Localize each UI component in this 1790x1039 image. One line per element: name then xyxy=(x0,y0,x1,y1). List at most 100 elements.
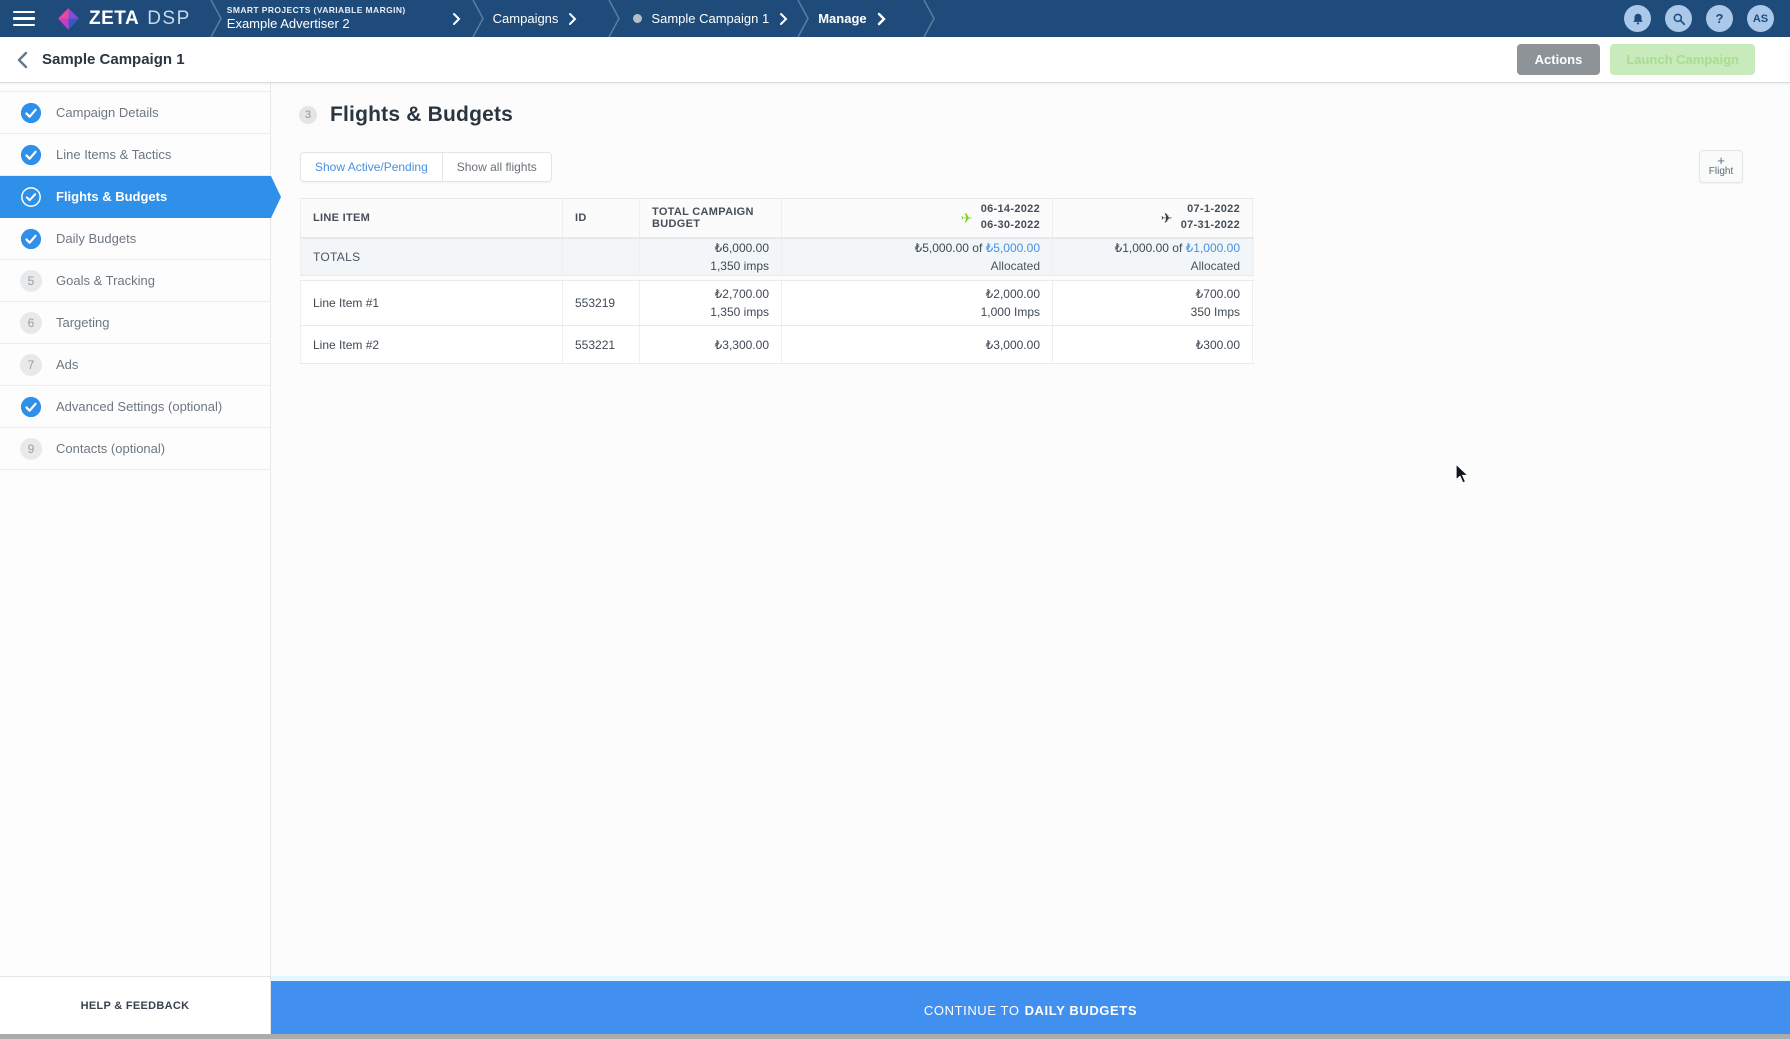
hamburger-menu-icon[interactable] xyxy=(0,0,46,37)
sidebar-item-advanced-settings[interactable]: Advanced Settings (optional) xyxy=(0,386,270,428)
flights-budgets-panel: 3 Flights & Budgets Show Active/Pending … xyxy=(271,83,1790,976)
campaign-steps-sidebar: Campaign Details Line Items & Tactics Fl… xyxy=(0,83,271,976)
flights-budgets-table: LINE ITEM ID TOTAL CAMPAIGN BUDGET ✈ 06-… xyxy=(300,198,1254,364)
breadcrumb-separator xyxy=(471,0,485,37)
chevron-right-icon xyxy=(568,12,577,26)
sidebar-item-label: Campaign Details xyxy=(56,105,159,120)
table-row-line-item-2[interactable]: Line Item #2 553221 ₺3,300.00 ₺3,000.00 … xyxy=(300,326,1254,364)
bottom-bar: HELP & FEEDBACK CONTINUE TO DAILY BUDGET… xyxy=(0,976,1790,1039)
logo-text-zeta: ZETA xyxy=(89,8,139,30)
breadcrumb-separator xyxy=(796,0,810,37)
status-dot-icon xyxy=(633,14,642,23)
breadcrumb-separator xyxy=(209,0,223,37)
sidebar-item-label: Targeting xyxy=(56,315,109,330)
notifications-bell-icon[interactable] xyxy=(1624,5,1651,32)
actions-button[interactable]: Actions xyxy=(1517,44,1601,75)
sidebar-item-label: Daily Budgets xyxy=(56,231,136,246)
sidebar-item-line-items-tactics[interactable]: Line Items & Tactics xyxy=(0,134,270,176)
sidebar-item-flights-budgets[interactable]: Flights & Budgets xyxy=(0,176,271,218)
sidebar-item-campaign-details[interactable]: Campaign Details xyxy=(0,92,270,134)
breadcrumb-campaigns[interactable]: Campaigns xyxy=(493,0,578,37)
user-avatar[interactable]: AS xyxy=(1747,5,1774,32)
line-item-name[interactable]: Line Item #1 xyxy=(313,294,379,312)
chevron-right-icon xyxy=(779,12,788,26)
line-item-name[interactable]: Line Item #2 xyxy=(313,336,379,354)
show-all-flights-button[interactable]: Show all flights xyxy=(442,152,552,182)
top-navigation-bar: ZETA DSP SMART PROJECTS (VARIABLE MARGIN… xyxy=(0,0,1790,37)
add-flight-button[interactable]: + Flight xyxy=(1699,150,1743,183)
line-item-flight2-amount: ₺300.00 xyxy=(1196,336,1240,354)
step-3-badge: 3 xyxy=(299,106,317,124)
totals-flight1-allocated: Allocated xyxy=(991,257,1040,275)
line-item-flight1-imps: 1,000 Imps xyxy=(981,303,1040,321)
chevron-right-icon xyxy=(452,12,461,26)
sidebar-item-label: Ads xyxy=(56,357,78,372)
breadcrumb-manage-label: Manage xyxy=(818,11,866,26)
check-circle-icon xyxy=(20,144,42,166)
line-item-flight1-amount: ₺2,000.00 xyxy=(986,285,1040,303)
totals-flight2-total-link[interactable]: ₺1,000.00 xyxy=(1186,241,1240,255)
continue-to-daily-budgets-button[interactable]: CONTINUE TO DAILY BUDGETS xyxy=(271,981,1790,1039)
step-number-icon: 5 xyxy=(20,270,42,292)
launch-campaign-button[interactable]: Launch Campaign xyxy=(1610,44,1755,75)
table-row-line-item-1[interactable]: Line Item #1 553219 ₺2,700.00 1,350 imps… xyxy=(300,280,1254,326)
sidebar-item-label: Goals & Tracking xyxy=(56,273,155,288)
breadcrumb-project-label: SMART PROJECTS (VARIABLE MARGIN) xyxy=(227,5,406,16)
totals-flight1-spent: ₺5,000.00 of xyxy=(915,241,983,255)
continue-prefix: CONTINUE TO xyxy=(924,1003,1020,1018)
sidebar-item-ads[interactable]: 7 Ads xyxy=(0,344,270,386)
sidebar-item-daily-budgets[interactable]: Daily Budgets xyxy=(0,218,270,260)
line-item-id: 553219 xyxy=(575,294,615,312)
help-icon[interactable]: ? xyxy=(1706,5,1733,32)
sidebar-item-label: Flights & Budgets xyxy=(56,189,167,204)
sidebar-item-label: Line Items & Tactics xyxy=(56,147,171,162)
breadcrumb-separator xyxy=(922,0,936,37)
col-header-flight-2[interactable]: ✈ 07-1-2022 07-31-2022 xyxy=(1053,199,1253,237)
flight-1-end-date: 06-30-2022 xyxy=(981,219,1040,231)
col-header-line-item: LINE ITEM xyxy=(300,199,563,237)
flight-2-end-date: 07-31-2022 xyxy=(1181,219,1240,231)
help-feedback-button[interactable]: HELP & FEEDBACK xyxy=(0,976,271,1039)
sidebar-item-label: Contacts (optional) xyxy=(56,441,165,456)
avatar-initials: AS xyxy=(1753,13,1768,25)
sidebar-item-label: Advanced Settings (optional) xyxy=(56,399,222,414)
line-item-budget-amount: ₺2,700.00 xyxy=(715,285,769,303)
breadcrumb-advertiser[interactable]: SMART PROJECTS (VARIABLE MARGIN) Example… xyxy=(227,0,461,37)
line-item-flight2-amount: ₺700.00 xyxy=(1196,285,1240,303)
col-header-flight-1[interactable]: ✈ 06-14-2022 06-30-2022 xyxy=(782,199,1053,237)
check-circle-outline-icon xyxy=(20,186,42,208)
logo-text-dsp: DSP xyxy=(147,8,191,30)
breadcrumb-manage[interactable]: Manage xyxy=(818,0,885,37)
check-circle-icon xyxy=(20,396,42,418)
flight-1-start-date: 06-14-2022 xyxy=(981,203,1040,215)
table-header-row: LINE ITEM ID TOTAL CAMPAIGN BUDGET ✈ 06-… xyxy=(300,198,1254,238)
line-item-id: 553221 xyxy=(575,336,615,354)
section-title: Flights & Budgets xyxy=(330,103,513,127)
totals-budget-imps: 1,350 imps xyxy=(710,257,769,275)
sidebar-item-goals-tracking[interactable]: 5 Goals & Tracking xyxy=(0,260,270,302)
step-number-icon: 9 xyxy=(20,438,42,460)
step-number-icon: 7 xyxy=(20,354,42,376)
check-circle-icon xyxy=(20,102,42,124)
sidebar-item-targeting[interactable]: 6 Targeting xyxy=(0,302,270,344)
page-title: Sample Campaign 1 xyxy=(42,51,185,68)
totals-label: TOTALS xyxy=(313,248,360,266)
totals-flight2-allocated: Allocated xyxy=(1191,257,1240,275)
col-header-id: ID xyxy=(563,199,640,237)
add-flight-label: Flight xyxy=(1709,166,1733,178)
breadcrumb-separator xyxy=(607,0,621,37)
zeta-dsp-logo[interactable]: ZETA DSP xyxy=(56,0,191,37)
plus-icon: + xyxy=(1717,155,1725,166)
breadcrumb-campaign[interactable]: Sample Campaign 1 xyxy=(633,0,788,37)
sidebar-item-contacts[interactable]: 9 Contacts (optional) xyxy=(0,428,270,470)
window-edge-strip xyxy=(0,1034,1790,1039)
totals-flight1-total-link[interactable]: ₺5,000.00 xyxy=(986,241,1040,255)
totals-row: TOTALS ₺6,000.00 1,350 imps ₺5,000.00 of… xyxy=(300,238,1254,276)
zeta-diamond-icon xyxy=(56,6,81,31)
search-icon[interactable] xyxy=(1665,5,1692,32)
back-arrow-icon[interactable] xyxy=(16,51,28,69)
flight-filter-group: Show Active/Pending Show all flights xyxy=(300,152,552,182)
campaign-header-bar: Sample Campaign 1 Actions Launch Campaig… xyxy=(0,37,1790,83)
show-active-pending-button[interactable]: Show Active/Pending xyxy=(300,152,443,182)
line-item-budget-imps: 1,350 imps xyxy=(710,303,769,321)
